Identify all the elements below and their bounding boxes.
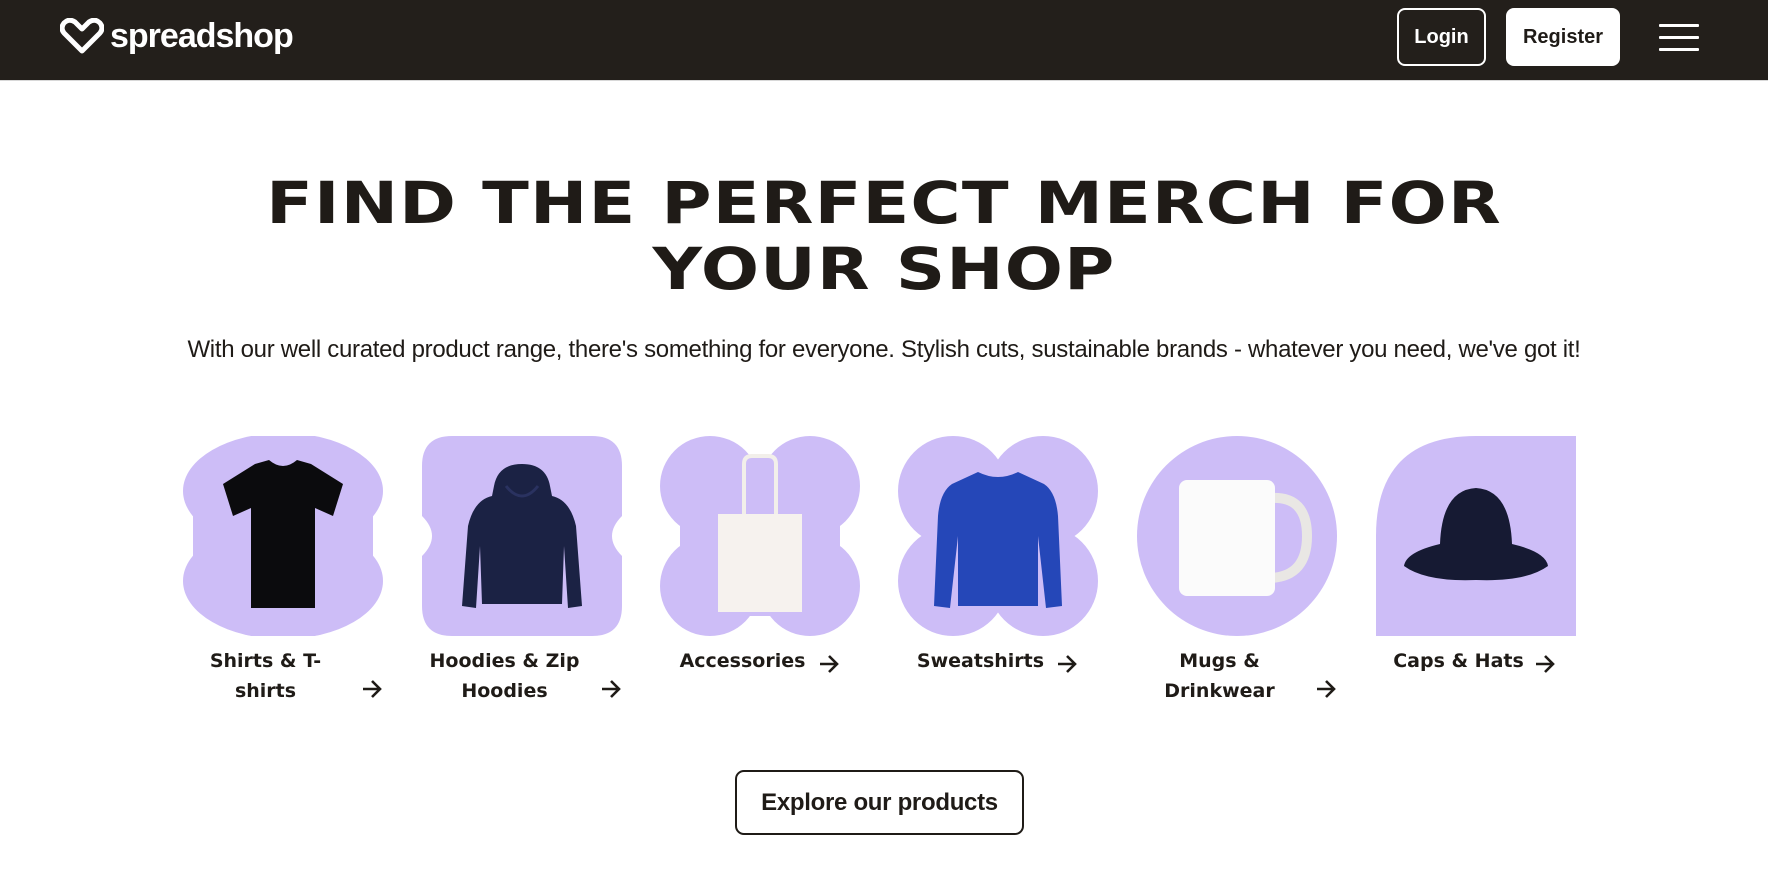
category-label-line-1: Sweatshirts — [916, 650, 1045, 672]
page-title: FIND THE PERFECT MERCH FOR YOUR SHOP — [0, 170, 1768, 302]
category-label-line-2: Hoodies — [461, 680, 548, 702]
explore-products-button[interactable]: Explore our products — [735, 770, 1024, 835]
arrow-right-icon — [1536, 655, 1555, 673]
spreadshop-logo[interactable]: spreadshop — [60, 16, 294, 56]
arrow-right-icon — [602, 680, 621, 698]
arrow-right-icon — [1058, 655, 1077, 673]
category-label-line-1: Shirts & T- — [209, 650, 322, 672]
page-title-line-2: YOUR SHOP — [652, 235, 1116, 303]
top-navigation-bar: spreadshop Login Register — [0, 0, 1768, 81]
mug-icon — [1137, 436, 1337, 636]
sweatshirt-icon — [898, 436, 1098, 636]
category-label-line-2: Drinkwear — [1164, 680, 1275, 702]
category-shirts[interactable]: Shirts & T- shirts — [183, 433, 383, 702]
brand-name: spreadshop — [110, 17, 294, 55]
arrow-right-icon — [363, 680, 382, 698]
t-shirt-icon — [183, 433, 383, 639]
page-title-line-1: FIND THE PERFECT MERCH FOR — [266, 169, 1502, 237]
category-label-line-1: Caps & Hats — [1393, 650, 1524, 672]
arrow-right-icon — [820, 655, 839, 673]
category-label-line-1: Accessories — [679, 650, 806, 672]
category-label-line-1: Hoodies & Zip — [429, 650, 580, 672]
arrow-right-icon — [1317, 680, 1336, 698]
category-hoodies[interactable]: Hoodies & Zip Hoodies — [422, 436, 622, 702]
bucket-hat-icon — [1376, 436, 1576, 636]
login-button[interactable]: Login — [1397, 8, 1486, 66]
category-mugs[interactable]: Mugs & Drinkwear — [1137, 436, 1337, 702]
register-button[interactable]: Register — [1506, 8, 1620, 66]
hamburger-menu-icon[interactable] — [1656, 20, 1700, 54]
category-sweatshirts[interactable]: Sweatshirts — [898, 436, 1098, 673]
category-accessories[interactable]: Accessories — [660, 436, 860, 673]
tote-bag-icon — [660, 436, 860, 636]
page-subtitle: With our well curated product range, the… — [187, 336, 1581, 363]
category-label-line-1: Mugs & — [1179, 650, 1260, 672]
category-caps-hats[interactable]: Caps & Hats — [1376, 436, 1576, 673]
heart-logo-icon — [60, 18, 104, 54]
category-label-line-2: shirts — [234, 680, 297, 702]
hoodie-icon — [422, 436, 622, 636]
